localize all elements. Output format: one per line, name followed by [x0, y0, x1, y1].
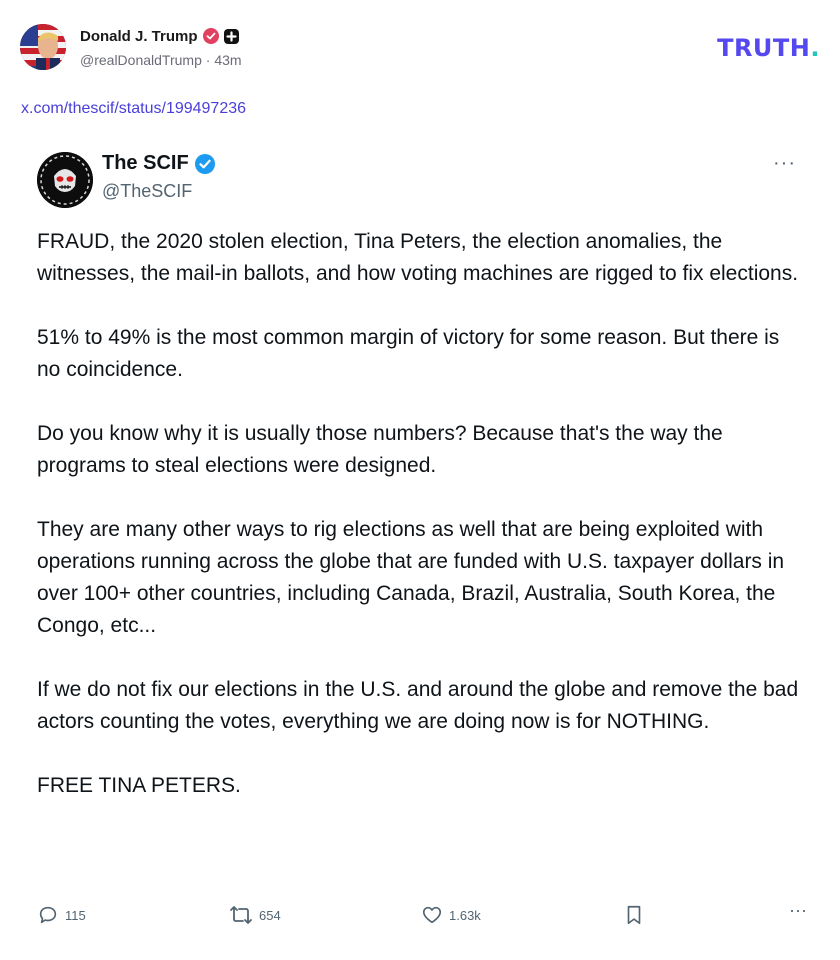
- author-name[interactable]: Donald J. Trump: [80, 28, 198, 45]
- plus-badge-icon: [223, 28, 239, 44]
- post-paragraph: If we do not fix our elections in the U.…: [37, 678, 799, 733]
- embed-avatar[interactable]: [37, 152, 93, 208]
- author-meta: @realDonaldTrump · 43m: [80, 52, 242, 68]
- more-icon: ···: [789, 900, 807, 920]
- action-bar: 115 654 1.63k ···: [37, 900, 817, 930]
- external-link[interactable]: x.com/thescif/status/199497236: [21, 100, 246, 118]
- author-handle[interactable]: @realDonaldTrump: [80, 52, 202, 68]
- embed-author-handle[interactable]: @TheSCIF: [102, 181, 215, 202]
- more-icon[interactable]: ···: [773, 152, 796, 175]
- post-time[interactable]: 43m: [214, 52, 241, 68]
- embedded-post[interactable]: The SCIF @TheSCIF ··· FRAUD, the 2020 st…: [22, 138, 824, 946]
- like-button[interactable]: 1.63k: [421, 904, 481, 926]
- truth-logo-dot: .: [810, 34, 820, 62]
- author-block: Donald J. Trump @realDonaldTrump · 43m: [80, 26, 242, 69]
- reply-button[interactable]: 115: [37, 904, 86, 926]
- truth-logo[interactable]: TRUTH.: [717, 34, 820, 62]
- post-paragraph: FREE TINA PETERS.: [37, 774, 241, 797]
- meta-separator: ·: [205, 52, 211, 68]
- repost-button[interactable]: 654: [229, 904, 281, 926]
- verified-badge-icon: [202, 28, 219, 44]
- reply-icon: [39, 906, 57, 924]
- post-header: Donald J. Trump @realDonaldTrump · 43m T…: [20, 22, 820, 74]
- like-count: 1.63k: [449, 907, 481, 923]
- reply-count: 115: [65, 907, 86, 923]
- post-paragraph: Do you know why it is usually those numb…: [37, 422, 723, 477]
- repost-count: 654: [259, 907, 281, 923]
- like-icon: [422, 906, 442, 924]
- embed-author-block: The SCIF @TheSCIF: [102, 152, 215, 202]
- embed-post-text: FRAUD, the 2020 stolen election, Tina Pe…: [37, 226, 807, 802]
- post-paragraph: They are many other ways to rig election…: [37, 518, 785, 637]
- bookmark-button[interactable]: [624, 904, 644, 926]
- post-paragraph: FRAUD, the 2020 stolen election, Tina Pe…: [37, 230, 799, 285]
- repost-icon: [230, 906, 252, 924]
- verified-badge-icon: [194, 153, 215, 174]
- truth-logo-text: TRUTH: [717, 34, 811, 62]
- post-paragraph: 51% to 49% is the most common margin of …: [37, 326, 780, 381]
- embed-author-name[interactable]: The SCIF: [102, 152, 189, 175]
- author-avatar[interactable]: [20, 24, 66, 70]
- more-options-button[interactable]: ···: [789, 900, 807, 921]
- bookmark-icon: [627, 905, 641, 925]
